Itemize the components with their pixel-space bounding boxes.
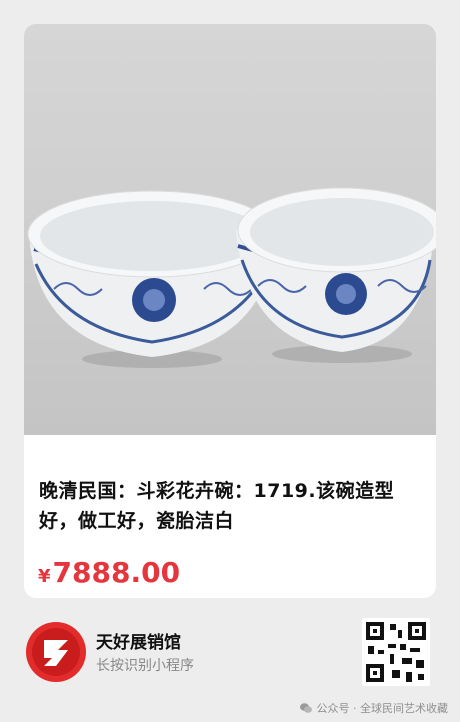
product-photo[interactable] xyxy=(24,24,436,435)
wechat-icon xyxy=(299,703,312,713)
qr-code-icon[interactable] xyxy=(362,618,430,686)
product-card[interactable]: 晚清民国：斗彩花卉碗：1719.该碗造型好，做工好，瓷胎洁白 ¥7888.00 xyxy=(24,24,436,598)
currency-symbol: ¥ xyxy=(38,566,51,587)
watermark: 公众号 · 全球民间艺术收藏 xyxy=(299,700,449,716)
watermark-text: 公众号 · 全球民间艺术收藏 xyxy=(316,702,449,715)
shop-hint: 长按识别小程序 xyxy=(96,658,194,674)
product-title[interactable]: 晚清民国：斗彩花卉碗：1719.该碗造型好，做工好，瓷胎洁白 xyxy=(39,476,424,536)
shop-name[interactable]: 天好展销馆 xyxy=(96,628,181,653)
product-price: ¥7888.00 xyxy=(38,556,180,589)
shop-logo-icon[interactable] xyxy=(24,620,88,684)
price-value: 7888.00 xyxy=(52,556,181,589)
bowl-photo xyxy=(27,187,436,368)
